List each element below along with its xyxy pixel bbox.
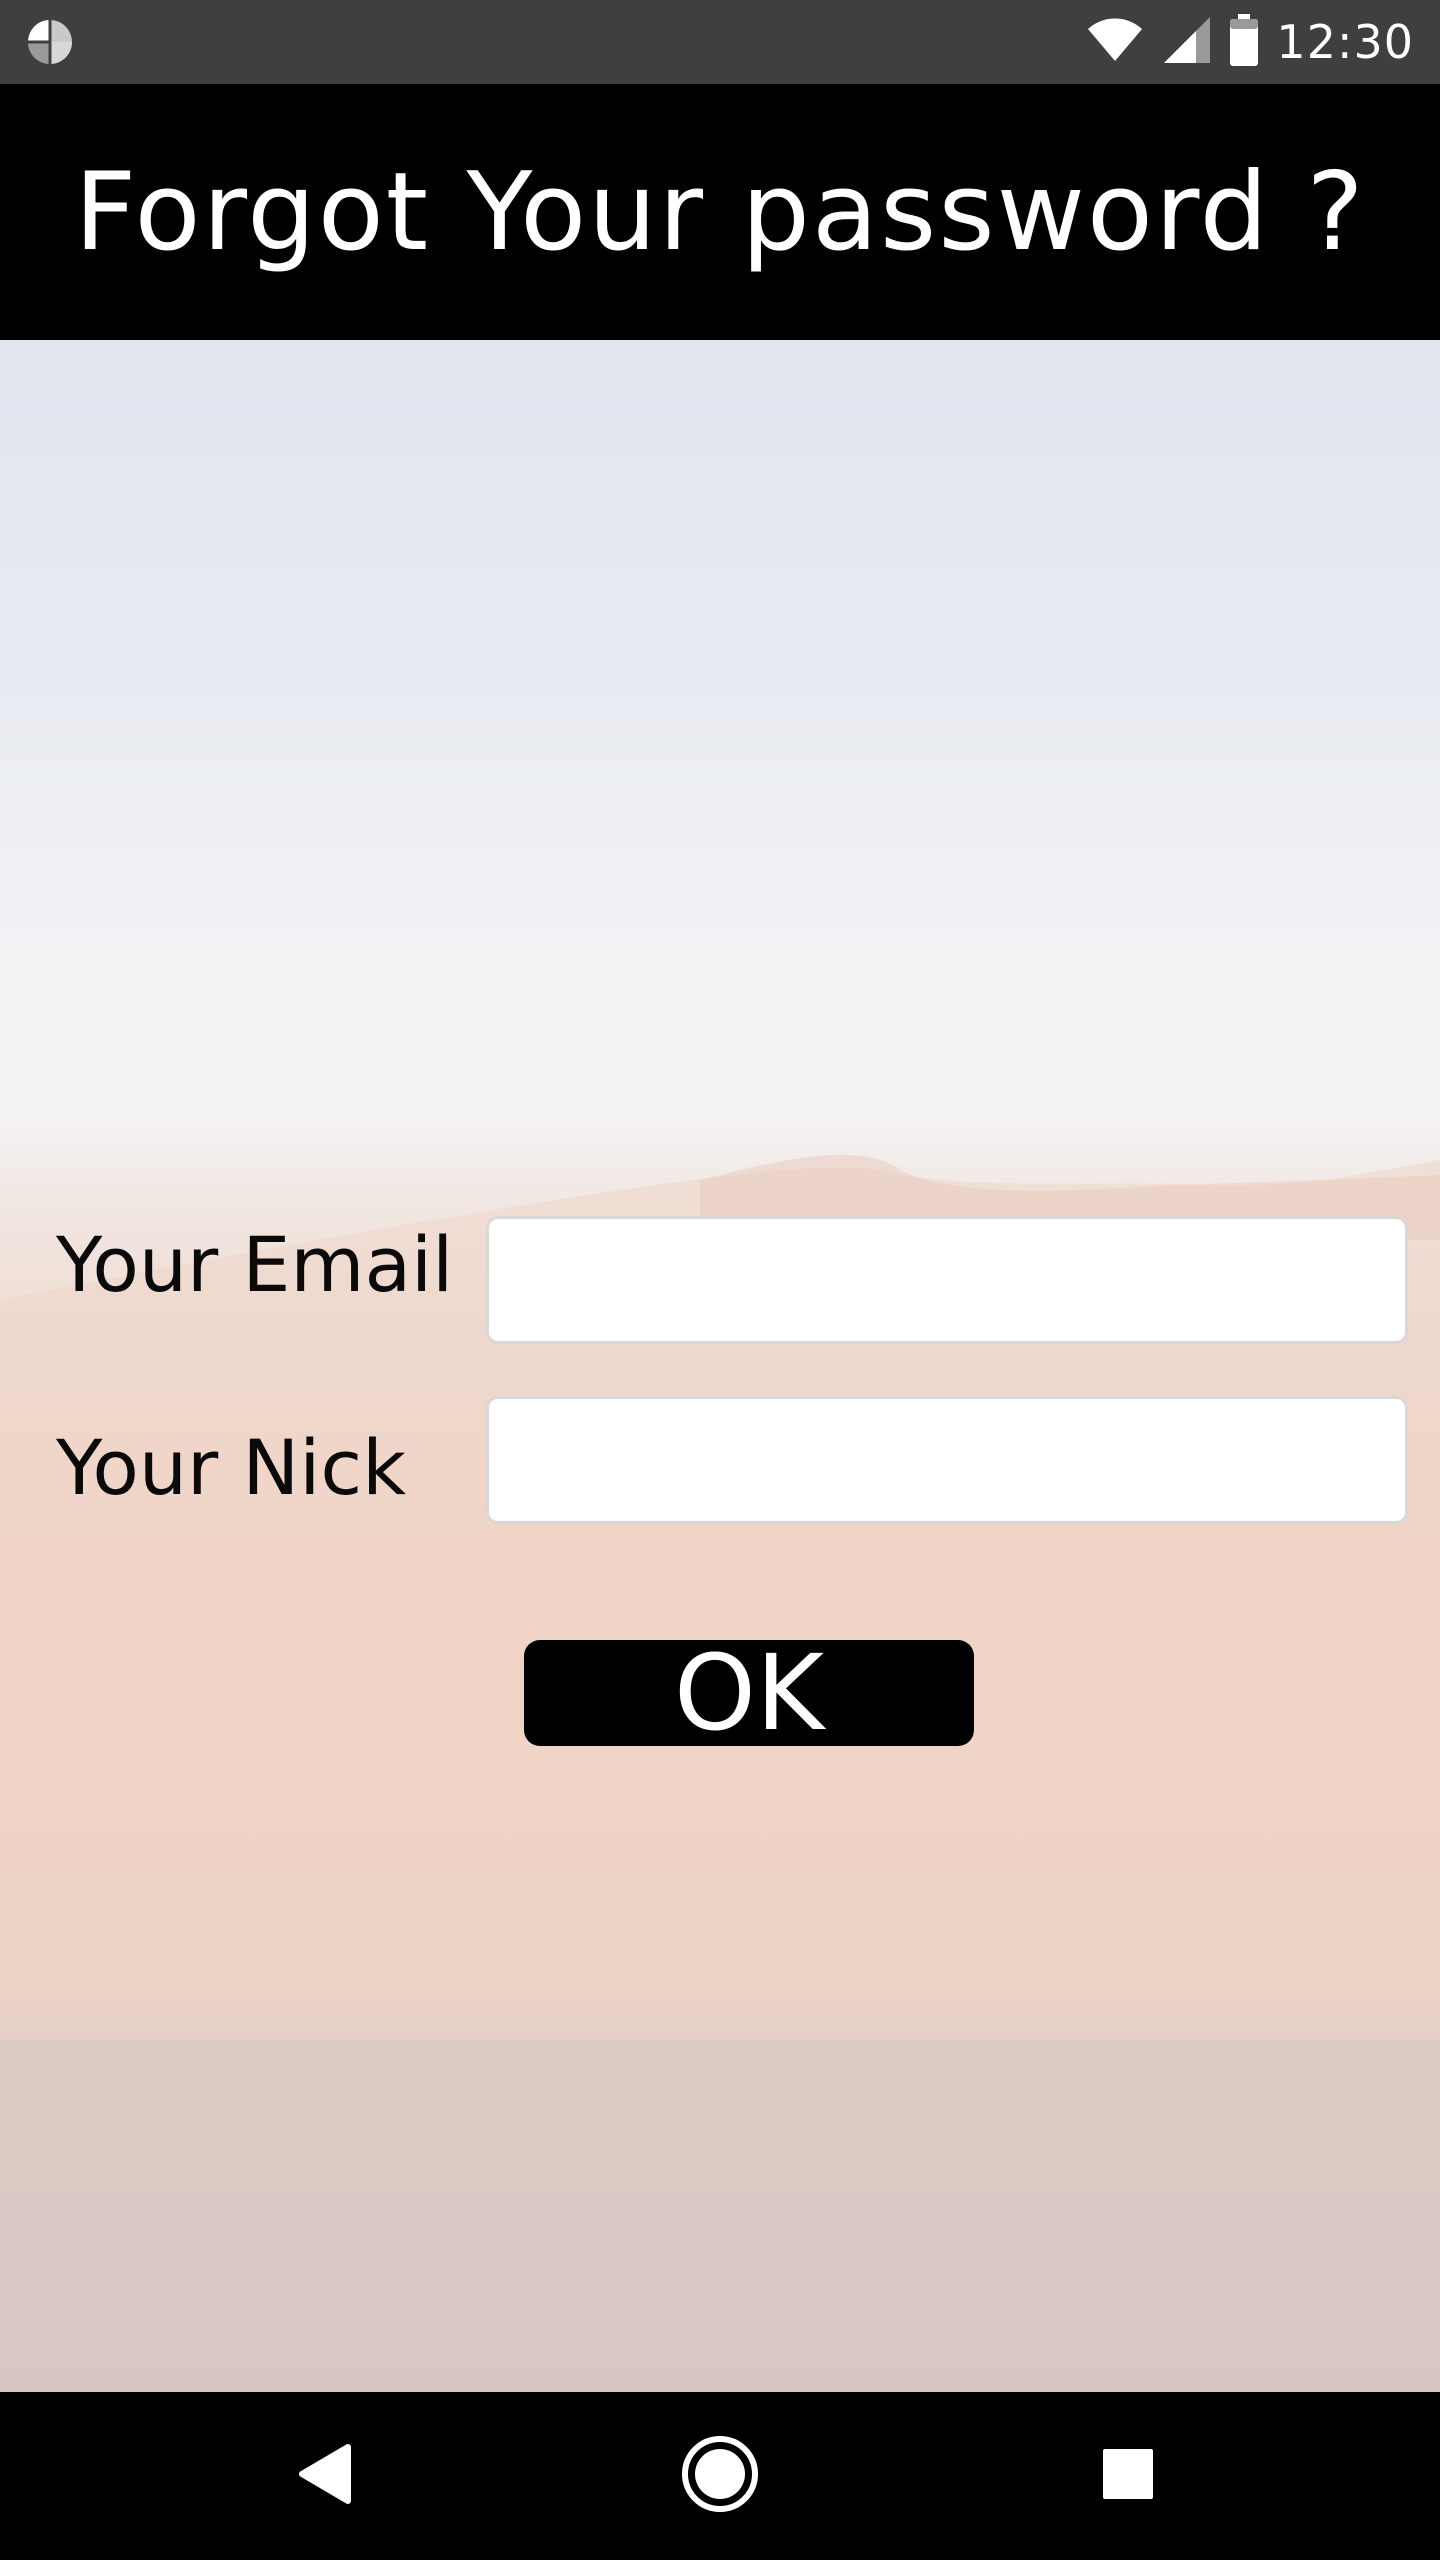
home-button[interactable] bbox=[680, 2436, 760, 2516]
forgot-password-form: Your Email Your Nick OK bbox=[0, 340, 1440, 2392]
back-button[interactable] bbox=[284, 2436, 364, 2516]
back-icon bbox=[296, 2443, 352, 2509]
pie-chart-icon bbox=[26, 18, 74, 66]
screen: 12:30 Forgot Your password ? Your Email … bbox=[0, 0, 1440, 2560]
status-time: 12:30 bbox=[1276, 15, 1414, 69]
recents-icon bbox=[1101, 2447, 1155, 2505]
battery-icon bbox=[1230, 14, 1259, 70]
wifi-icon bbox=[1086, 17, 1144, 67]
email-field[interactable] bbox=[486, 1216, 1408, 1344]
navigation-bar bbox=[0, 2392, 1440, 2560]
ok-button[interactable]: OK bbox=[524, 1640, 974, 1746]
signal-icon bbox=[1162, 15, 1212, 69]
status-bar: 12:30 bbox=[0, 0, 1440, 84]
app-header: Forgot Your password ? bbox=[0, 84, 1440, 340]
desert-background-image bbox=[0, 1154, 1440, 2392]
email-label: Your Email bbox=[56, 1220, 454, 1309]
status-icons: 12:30 bbox=[1086, 0, 1414, 84]
recents-button[interactable] bbox=[1088, 2436, 1168, 2516]
page-title: Forgot Your password ? bbox=[74, 149, 1366, 275]
nick-label: Your Nick bbox=[56, 1423, 407, 1512]
home-icon bbox=[680, 2434, 760, 2518]
nick-field[interactable] bbox=[486, 1396, 1408, 1524]
